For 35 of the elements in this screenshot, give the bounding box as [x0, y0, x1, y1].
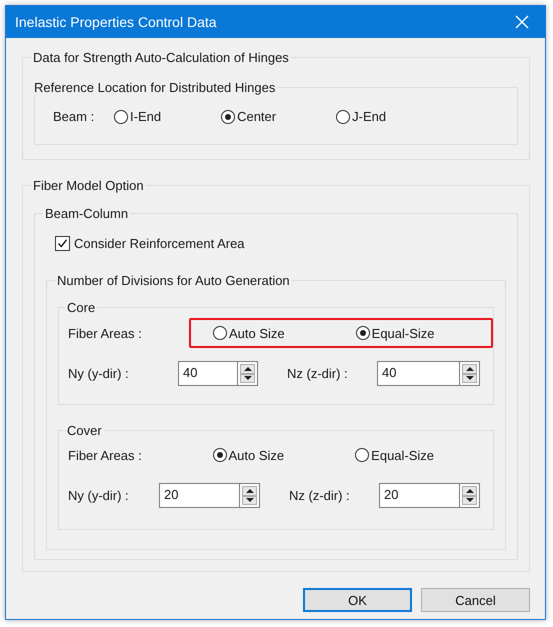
- checkbox[interactable]: Consider Reinforcement Area: [55, 236, 506, 251]
- spin-up-button[interactable]: [242, 486, 257, 496]
- group-title: Data for Strength Auto-Calculation of Hinges: [32, 50, 290, 65]
- close-icon: [515, 15, 529, 29]
- field-label: Fiber Areas :: [68, 448, 143, 462]
- group-title: Fiber Model Option: [32, 178, 145, 193]
- number-field[interactable]: 40: [377, 361, 459, 386]
- field-label: Nz (z-dir) :: [289, 488, 351, 503]
- field-label: Beam :: [53, 109, 96, 124]
- field-label: Nz (z-dir) :: [287, 366, 349, 381]
- group-title: Beam-Column: [44, 206, 130, 221]
- dialog-button[interactable]: Cancel: [421, 588, 530, 612]
- number-field[interactable]: 40: [178, 361, 237, 386]
- dialog-button[interactable]: OK: [303, 588, 412, 612]
- radio-button[interactable]: Equal-Size: [355, 448, 434, 462]
- group-title: Number of Divisions for Auto Generation: [56, 273, 291, 288]
- radio-button[interactable]: J-End: [336, 109, 386, 124]
- spin-up-button[interactable]: [240, 364, 255, 374]
- checkmark-icon: [57, 238, 68, 249]
- radio-button[interactable]: Center: [221, 109, 276, 124]
- field-label: Ny (y-dir) :: [68, 488, 130, 503]
- field-label: Fiber Areas :: [68, 326, 143, 340]
- radio-button[interactable]: I-End: [114, 109, 162, 124]
- window-title: Inelastic Properties Control Data: [15, 14, 217, 30]
- number-field[interactable]: 20: [379, 483, 459, 508]
- group-title: Core: [66, 300, 96, 315]
- field-label: Ny (y-dir) :: [68, 366, 130, 381]
- group-title: Cover: [66, 423, 103, 438]
- group-title: Reference Location for Distributed Hinges: [33, 80, 276, 95]
- radio-button[interactable]: Auto Size: [212, 448, 284, 462]
- radio-button[interactable]: Equal-Size: [356, 326, 435, 340]
- number-field[interactable]: 20: [159, 483, 239, 508]
- spin-up-button[interactable]: [462, 486, 477, 496]
- spin-up-button[interactable]: [462, 364, 477, 374]
- radio-button[interactable]: Auto Size: [213, 326, 285, 340]
